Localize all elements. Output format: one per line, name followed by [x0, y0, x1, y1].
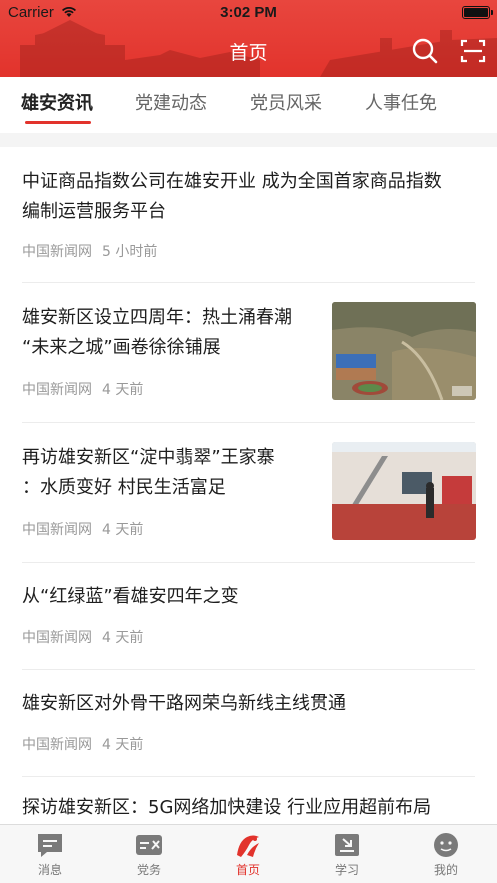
- nav-study[interactable]: 学习: [307, 825, 387, 883]
- news-item[interactable]: 再访雄安新区“淀中翡翠”王家寨 ：水质变好 村民生活富足 中国新闻网 4 天前: [0, 423, 497, 563]
- xiongan-logo-icon: [237, 835, 259, 857]
- news-thumbnail-aerial: [332, 302, 476, 400]
- news-time: 4 天前: [102, 630, 144, 646]
- news-time: 4 天前: [102, 382, 144, 398]
- clock: 3:02 PM: [220, 4, 277, 21]
- bottom-tab-bar: 消息 党务 首页 学习 我的: [0, 824, 497, 883]
- tab-appointments[interactable]: 人事任免: [365, 89, 437, 115]
- news-item[interactable]: 探访雄安新区：5G网络加快建设 行业应用超前布局: [0, 777, 497, 824]
- nav-party-affairs[interactable]: 党务: [109, 825, 189, 883]
- news-meta: 中国新闻网 4 天前: [22, 519, 143, 539]
- news-source: 中国新闻网: [22, 737, 92, 753]
- news-source: 中国新闻网: [22, 630, 92, 646]
- news-source: 中国新闻网: [22, 382, 92, 398]
- news-title: 探访雄安新区：5G网络加快建设 行业应用超前布局: [22, 797, 432, 818]
- category-tabs: 雄安资讯 党建动态 党员风采 人事任免: [0, 77, 497, 133]
- news-source: 中国新闻网: [22, 522, 92, 538]
- study-icon: [335, 834, 359, 856]
- news-title: “未来之城”画卷徐徐铺展: [22, 337, 221, 358]
- tab-xiongan-news[interactable]: 雄安资讯: [21, 89, 93, 115]
- nav-profile[interactable]: 我的: [406, 825, 486, 883]
- news-thumbnail-village: [332, 442, 476, 540]
- party-affairs-icon: [136, 835, 162, 855]
- news-list: 中证商品指数公司在雄安开业 成为全国首家商品指数 编制运营服务平台 中国新闻网 5…: [0, 147, 497, 824]
- news-title: 编制运营服务平台: [22, 201, 166, 222]
- news-title: ：水质变好 村民生活富足: [22, 477, 226, 498]
- nav-label: 首页: [235, 863, 260, 877]
- news-item[interactable]: 雄安新区设立四周年：热土涌春潮 “未来之城”画卷徐徐铺展 中国新闻网 4 天前: [0, 283, 497, 423]
- nav-label: 我的: [433, 863, 458, 877]
- search-icon[interactable]: [411, 37, 439, 65]
- news-item[interactable]: 从“红绿蓝”看雄安四年之变 中国新闻网 4 天前: [0, 563, 497, 670]
- battery-icon: [462, 6, 493, 19]
- scan-icon[interactable]: [459, 37, 487, 65]
- news-title: 雄安新区对外骨干路网荣乌新线主线贯通: [22, 693, 346, 714]
- news-time: 4 天前: [102, 522, 144, 538]
- nav-label: 消息: [37, 863, 62, 877]
- news-source: 中国新闻网: [22, 244, 92, 260]
- news-item[interactable]: 中证商品指数公司在雄安开业 成为全国首家商品指数 编制运营服务平台 中国新闻网 5…: [0, 147, 497, 283]
- news-meta: 中国新闻网 4 天前: [22, 734, 143, 754]
- news-meta: 中国新闻网 4 天前: [22, 627, 143, 647]
- nav-label: 党务: [136, 863, 161, 877]
- nav-label: 学习: [334, 863, 359, 877]
- nav-messages[interactable]: 消息: [10, 825, 90, 883]
- news-meta: 中国新闻网 5 小时前: [22, 241, 157, 261]
- tab-party-members[interactable]: 党员风采: [250, 89, 322, 115]
- message-icon: [38, 834, 62, 857]
- nav-home[interactable]: 首页: [208, 825, 288, 883]
- news-time: 5 小时前: [102, 244, 158, 260]
- tab-party-building[interactable]: 党建动态: [135, 89, 207, 115]
- news-meta: 中国新闻网 4 天前: [22, 379, 143, 399]
- status-bar: Carrier 3:02 PM: [0, 0, 497, 26]
- news-title: 再访雄安新区“淀中翡翠”王家寨: [22, 447, 275, 468]
- news-time: 4 天前: [102, 737, 144, 753]
- news-item[interactable]: 雄安新区对外骨干路网荣乌新线主线贯通 中国新闻网 4 天前: [0, 670, 497, 777]
- active-tab-indicator: [25, 121, 91, 124]
- profile-icon: [434, 833, 458, 857]
- news-title: 中证商品指数公司在雄安开业 成为全国首家商品指数: [22, 171, 442, 192]
- app-header: Carrier 3:02 PM 首页: [0, 0, 497, 77]
- news-title: 雄安新区设立四周年：热土涌春潮: [22, 307, 292, 328]
- news-title: 从“红绿蓝”看雄安四年之变: [22, 586, 239, 607]
